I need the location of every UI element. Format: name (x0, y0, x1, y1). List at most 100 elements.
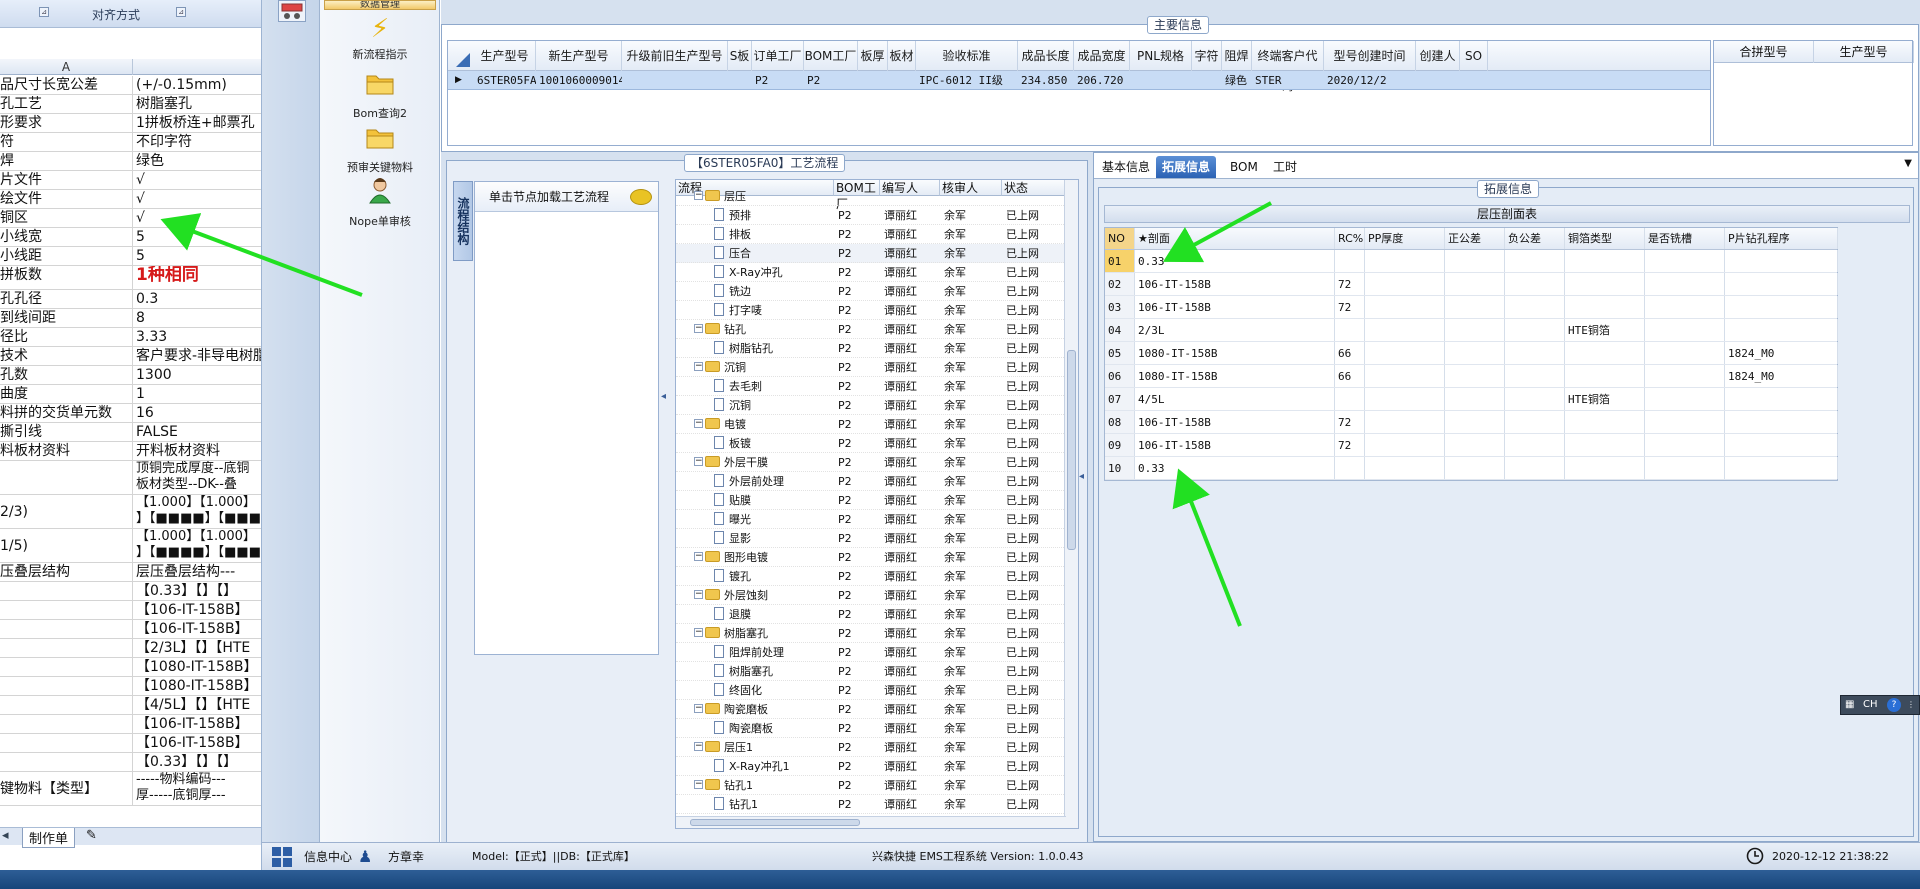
cell-b-line: 【4/5L】【】【HTE (136, 697, 251, 713)
cell-a[interactable] (0, 696, 133, 714)
sheet-row: 孔数 1300 (0, 366, 261, 385)
sheet-row: 料拼的交货单元数 16 (0, 404, 261, 423)
cell-b[interactable]: 1 (134, 385, 261, 403)
cell-b[interactable]: 3.33 (134, 328, 261, 346)
sheet-tab-bar: ◂ 制作单 ✎ (0, 827, 261, 848)
cell-b-line2: 板材类型--DK--叠 (136, 477, 237, 492)
cell-b[interactable]: 【106-IT-158B】 (134, 734, 261, 752)
sheet-row: 压叠层结构 层压叠层结构--- (0, 563, 261, 582)
person-icon: ♟ (358, 847, 373, 866)
cell-a[interactable]: 孔数 (0, 366, 133, 384)
cell-b[interactable]: 【0.33】【】【】 (134, 582, 261, 600)
cell-a[interactable]: 压叠层结构 (0, 563, 133, 581)
cell-b-line: 顶铜完成厚度--底铜 (136, 461, 250, 476)
sheet-row: 2/3) 【1.000】【1.000】 】【■■■■】【■■■ (0, 495, 261, 529)
cell-b[interactable]: 【1080-IT-158B】 (134, 658, 261, 676)
insert-sheet-icon[interactable]: ✎ (86, 828, 97, 843)
cell-b[interactable]: 【4/5L】【】【HTE (134, 696, 261, 714)
sheet-row: 【1080-IT-158B】 (0, 658, 261, 677)
windows-taskbar (0, 870, 1920, 889)
cell-b[interactable]: 【0.33】【】【】 (134, 753, 261, 771)
cell-b-line: 1 (136, 386, 145, 402)
cell-a[interactable] (0, 639, 133, 657)
cell-a[interactable] (0, 658, 133, 676)
cell-b-line: 【106-IT-158B】 (136, 621, 249, 637)
cell-a[interactable] (0, 582, 133, 600)
cell-b-line: 【106-IT-158B】 (136, 602, 249, 618)
sheet-row: 【0.33】【】【】 (0, 753, 261, 772)
arrow-to-copper-area (160, 213, 363, 297)
sheet-row: 料板材资料 开料板材资料 (0, 442, 261, 461)
cell-b-line: 【1.000】【1.000】 (136, 529, 256, 544)
cell-a[interactable]: 撕引线 (0, 423, 133, 441)
cell-b-line: 16 (136, 405, 154, 421)
sheet-row: 【2/3L】【】【HTE (0, 639, 261, 658)
cell-b-line: 【0.33】【】【】 (136, 754, 238, 770)
options-icon[interactable]: ⋮ (1907, 696, 1915, 714)
cell-a[interactable]: 曲度 (0, 385, 133, 403)
cell-b-line2: 】【■■■■】【■■■ (136, 545, 261, 560)
cell-a[interactable]: 料拼的交货单元数 (0, 404, 133, 422)
datetime: 2020-12-12 21:38:22 (1772, 850, 1889, 863)
cell-a[interactable]: 技术 (0, 347, 133, 365)
cell-b-line2: 厚-----底铜厚--- (136, 788, 226, 803)
sheet-row: 曲度 1 (0, 385, 261, 404)
cell-b[interactable]: 16 (134, 404, 261, 422)
cell-a[interactable] (0, 620, 133, 638)
sheet-row: 【106-IT-158B】 (0, 734, 261, 753)
cell-a[interactable]: 径比 (0, 328, 133, 346)
cell-b[interactable]: 【1.000】【1.000】 】【■■■■】【■■■ (134, 529, 261, 562)
help-icon[interactable]: ? (1887, 698, 1901, 712)
cell-b-line: 层压叠层结构--- (136, 564, 236, 580)
cell-b[interactable]: -----物料编码--- 厚-----底铜厚--- (134, 772, 261, 805)
cell-b-line: FALSE (136, 424, 178, 440)
annotation-arrows (1162, 201, 1272, 627)
cell-a[interactable] (0, 677, 133, 695)
current-user: 方章幸 (388, 850, 425, 864)
sheet-row: 撕引线 FALSE (0, 423, 261, 442)
cell-b[interactable]: 层压叠层结构--- (134, 563, 261, 581)
language-bar[interactable]: ▦ CH ? ⋮ (1840, 695, 1920, 715)
cell-b-line2: 】【■■■■】【■■■ (136, 511, 261, 526)
sheet-row: 【1080-IT-158B】 (0, 677, 261, 696)
cell-b[interactable]: 1300 (134, 366, 261, 384)
cell-b-line: 【1080-IT-158B】 (136, 678, 258, 694)
cell-b[interactable]: 【106-IT-158B】 (134, 620, 261, 638)
cell-b[interactable]: 8 (134, 309, 261, 327)
cell-b[interactable]: FALSE (134, 423, 261, 441)
annotation-arrow-left (160, 213, 363, 297)
cell-a[interactable] (0, 461, 133, 494)
cell-b[interactable]: 【106-IT-158B】 (134, 601, 261, 619)
cell-a[interactable]: 2/3) (0, 495, 133, 528)
sheet-row: 顶铜完成厚度--底铜 板材类型--DK--叠 (0, 461, 261, 495)
sheet-row: 【106-IT-158B】 (0, 715, 261, 734)
sheet-nav-icon[interactable]: ◂ (2, 828, 9, 843)
cell-b[interactable]: 客户要求-非导电树脂 (134, 347, 261, 365)
cell-a[interactable]: 到线间距 (0, 309, 133, 327)
cell-b-line: 8 (136, 310, 145, 326)
cell-b-line: 3.33 (136, 329, 168, 345)
arrow-to-first-layer (1162, 201, 1272, 263)
cell-b[interactable]: 顶铜完成厚度--底铜 板材类型--DK--叠 (134, 461, 261, 494)
sheet-row: 径比 3.33 (0, 328, 261, 347)
sheet-row: 【0.33】【】【】 (0, 582, 261, 601)
cell-b-line: -----物料编码--- (136, 772, 226, 787)
sheet-row: 1/5) 【1.000】【1.000】 】【■■■■】【■■■ (0, 529, 261, 563)
cell-b-line: 【1080-IT-158B】 (136, 659, 258, 675)
cell-b[interactable]: 【1.000】【1.000】 】【■■■■】【■■■ (134, 495, 261, 528)
cell-b[interactable]: 【1080-IT-158B】 (134, 677, 261, 695)
cell-b[interactable]: 【2/3L】【】【HTE (134, 639, 261, 657)
sheet-tab-zhizuodan[interactable]: 制作单 (22, 828, 76, 848)
cell-a[interactable]: 键物料【类型】 (0, 772, 133, 805)
app-version: 兴森快捷 EMS工程系统 Version: 1.0.0.43 (872, 850, 1084, 863)
cell-b[interactable]: 【106-IT-158B】 (134, 715, 261, 733)
cell-b[interactable]: 开料板材资料 (134, 442, 261, 460)
cell-a[interactable] (0, 753, 133, 771)
cell-a[interactable] (0, 601, 133, 619)
info-center-link[interactable]: 信息中心 (304, 843, 352, 871)
cell-a[interactable]: 1/5) (0, 529, 133, 562)
cell-a[interactable] (0, 734, 133, 752)
cell-a[interactable] (0, 715, 133, 733)
sheet-row: 【106-IT-158B】 (0, 620, 261, 639)
cell-a[interactable]: 料板材资料 (0, 442, 133, 460)
